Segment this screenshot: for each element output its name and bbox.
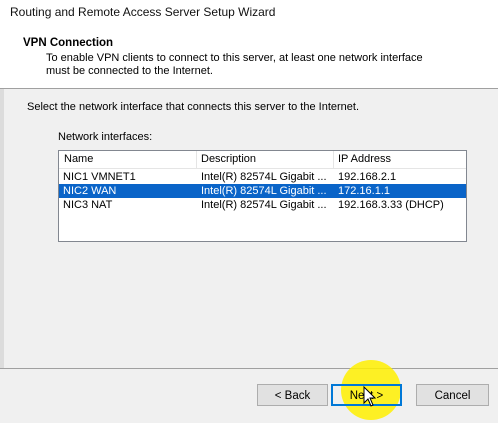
row-name: NIC3 NAT <box>63 199 113 211</box>
back-button[interactable]: < Back <box>257 384 328 406</box>
row-description: Intel(R) 82574L Gigabit ... <box>201 171 327 183</box>
network-interfaces-label: Network interfaces: <box>58 131 153 143</box>
page-description: To enable VPN clients to connect to this… <box>46 52 423 77</box>
instruction-text: Select the network interface that connec… <box>27 101 360 113</box>
list-row[interactable]: NIC3 NAT Intel(R) 82574L Gigabit ... 192… <box>59 198 466 212</box>
row-ip-address: 192.168.2.1 <box>338 171 397 183</box>
row-name: NIC1 VMNET1 <box>63 171 136 183</box>
window-title: Routing and Remote Access Server Setup W… <box>10 5 276 19</box>
list-row-selected[interactable]: NIC2 WAN Intel(R) 82574L Gigabit ... 172… <box>59 184 466 198</box>
list-header: Name Description IP Address <box>59 151 466 169</box>
column-header-name[interactable]: Name <box>59 151 196 168</box>
title-bar: Routing and Remote Access Server Setup W… <box>0 0 498 24</box>
column-header-ip-address[interactable]: IP Address <box>333 151 466 168</box>
page-title: VPN Connection <box>23 37 114 49</box>
row-name: NIC2 WAN <box>63 185 117 197</box>
cancel-button[interactable]: Cancel <box>416 384 489 406</box>
column-header-description[interactable]: Description <box>196 151 333 168</box>
list-row[interactable]: NIC1 VMNET1 Intel(R) 82574L Gigabit ... … <box>59 170 466 184</box>
row-description: Intel(R) 82574L Gigabit ... <box>201 185 327 197</box>
row-ip-address: 192.168.3.33 (DHCP) <box>338 199 444 211</box>
wizard-header: VPN Connection To enable VPN clients to … <box>0 24 498 88</box>
row-ip-address: 172.16.1.1 <box>338 185 390 197</box>
network-interfaces-list[interactable]: Name Description IP Address NIC1 VMNET1 … <box>58 150 467 242</box>
mouse-pointer-icon <box>363 386 377 407</box>
row-description: Intel(R) 82574L Gigabit ... <box>201 199 327 211</box>
